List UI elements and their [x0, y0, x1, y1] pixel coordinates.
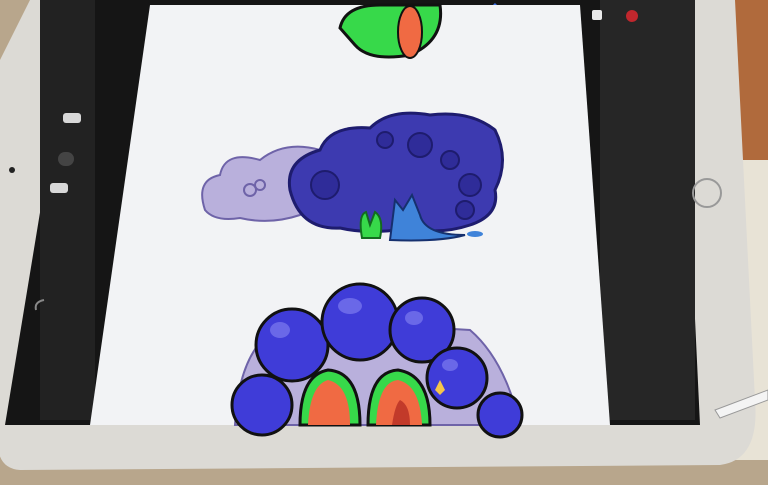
camera-icon	[9, 167, 15, 173]
color-swatch-icon[interactable]	[626, 10, 638, 22]
layers-icon[interactable]	[592, 10, 602, 20]
photo-scene	[0, 0, 768, 485]
modify-button[interactable]	[58, 152, 74, 166]
opacity-slider[interactable]	[50, 183, 68, 193]
app-panel-left	[40, 0, 95, 420]
brush-size-slider[interactable]	[63, 113, 81, 123]
app-panel-right	[600, 0, 695, 420]
